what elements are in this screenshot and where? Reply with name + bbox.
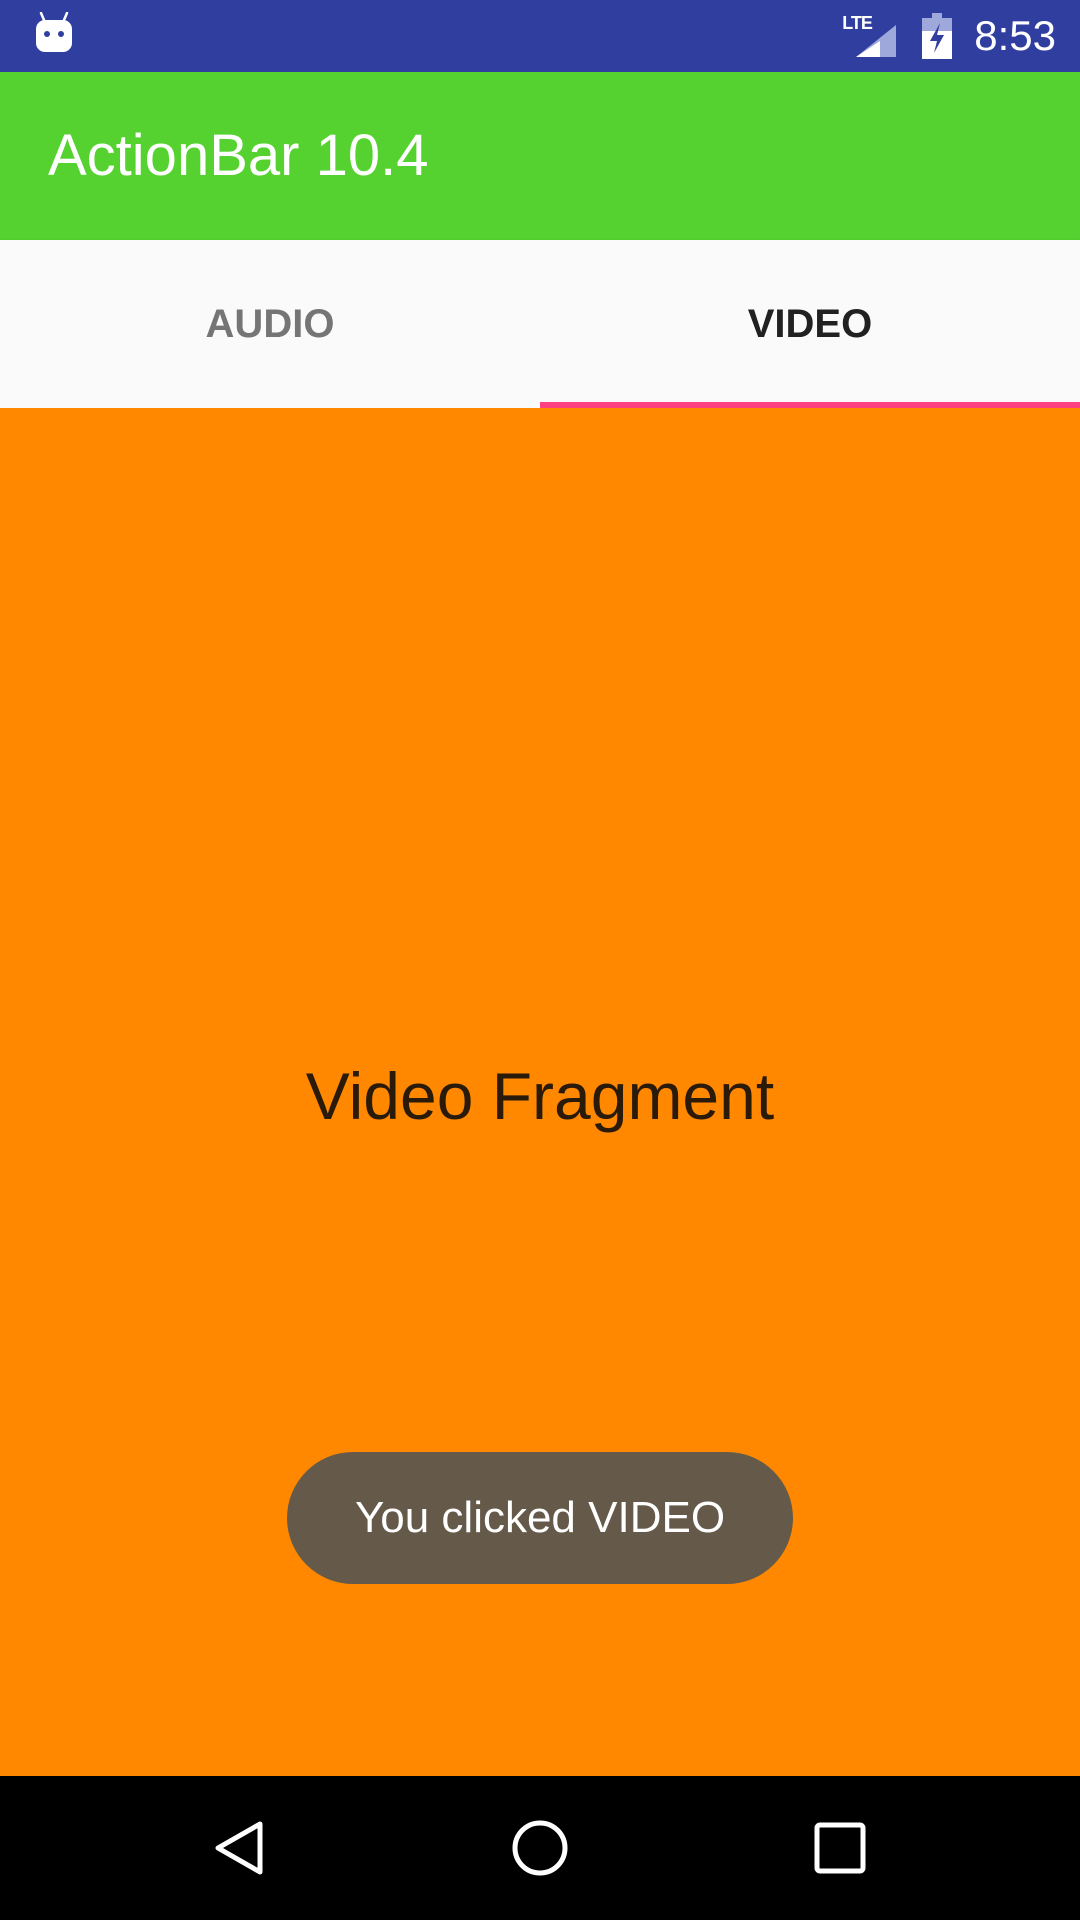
status-bar: LTE 8:53 bbox=[0, 0, 1080, 72]
battery-charging-icon bbox=[922, 13, 953, 59]
tab-audio[interactable]: AUDIO bbox=[0, 240, 540, 408]
back-icon bbox=[215, 1821, 263, 1875]
clock: 8:53 bbox=[974, 12, 1056, 59]
app-bar: ActionBar 10.4 bbox=[0, 72, 1080, 240]
navigation-bar bbox=[0, 1776, 1080, 1920]
recents-icon bbox=[814, 1822, 866, 1874]
tab-video-label: VIDEO bbox=[747, 301, 873, 346]
status-icons: LTE 8:53 bbox=[842, 0, 1056, 72]
tab-video[interactable]: VIDEO bbox=[540, 240, 1080, 408]
toast-message: You clicked VIDEO bbox=[354, 1493, 726, 1542]
tab-audio-label: AUDIO bbox=[205, 301, 335, 346]
android-debug-icon bbox=[34, 11, 74, 58]
home-icon bbox=[512, 1820, 568, 1876]
home-button[interactable] bbox=[490, 1798, 590, 1898]
recents-button[interactable] bbox=[790, 1798, 890, 1898]
fragment-label: Video Fragment bbox=[305, 1059, 775, 1133]
lte-signal-icon: LTE bbox=[842, 13, 898, 59]
screen: LTE 8:53 ActionBar 10.4 AUDIO VIDEO Vide… bbox=[0, 0, 1080, 1920]
back-button[interactable] bbox=[190, 1798, 290, 1898]
toast: You clicked VIDEO bbox=[287, 1452, 793, 1584]
app-title: ActionBar 10.4 bbox=[48, 123, 429, 188]
tab-bar: AUDIO VIDEO bbox=[0, 240, 1080, 408]
